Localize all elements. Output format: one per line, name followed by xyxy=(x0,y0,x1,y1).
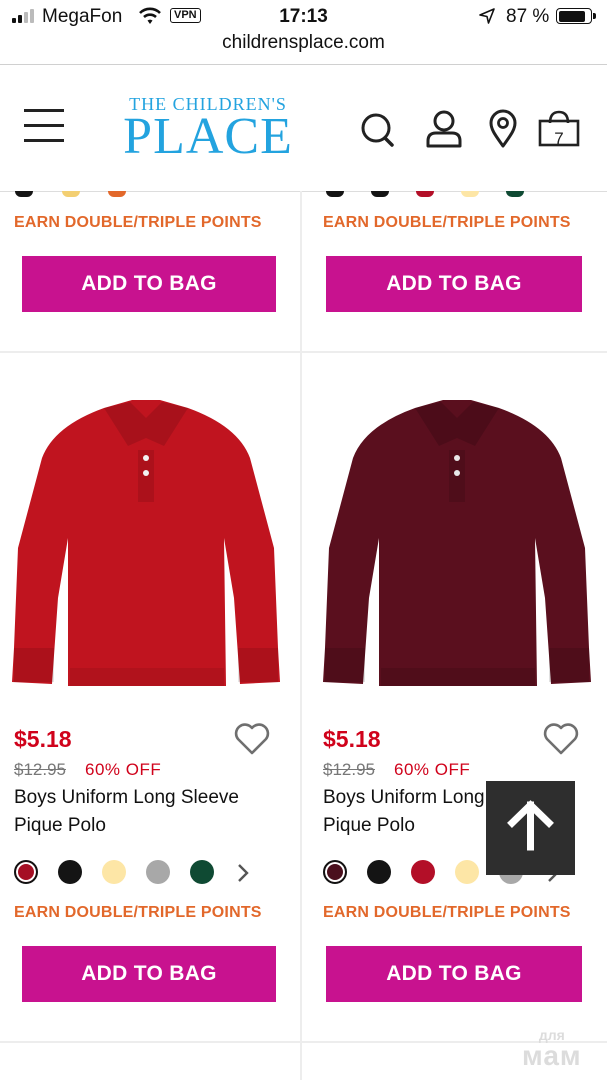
swatch-list xyxy=(14,860,214,884)
points-promo: EARN DOUBLE/TRIPLE POINTS xyxy=(323,904,571,921)
sale-price: $5.18 xyxy=(323,726,381,752)
search-icon[interactable] xyxy=(360,109,396,149)
store-locator-icon[interactable] xyxy=(488,109,518,149)
account-icon[interactable] xyxy=(425,109,463,149)
site-header: THE CHILDREN'S PLACE 7 xyxy=(0,65,607,192)
color-swatch[interactable] xyxy=(190,860,214,884)
column-divider xyxy=(300,191,302,1080)
cart-count: 7 xyxy=(554,129,564,148)
watermark: для мам xyxy=(522,1028,582,1070)
color-swatch[interactable] xyxy=(455,860,479,884)
add-to-bag-button[interactable]: ADD TO BAG xyxy=(326,256,582,312)
color-swatch[interactable] xyxy=(58,860,82,884)
points-promo: EARN DOUBLE/TRIPLE POINTS xyxy=(323,214,571,231)
color-swatch[interactable] xyxy=(102,860,126,884)
color-swatch[interactable] xyxy=(411,860,435,884)
color-swatch[interactable] xyxy=(146,860,170,884)
menu-icon[interactable] xyxy=(24,109,64,143)
discount-label: 60% OFF xyxy=(85,760,162,779)
color-swatch[interactable] xyxy=(108,191,126,197)
logo[interactable]: THE CHILDREN'S PLACE xyxy=(118,95,298,165)
color-swatch[interactable] xyxy=(14,860,38,884)
points-promo: EARN DOUBLE/TRIPLE POINTS xyxy=(14,214,262,231)
color-swatch[interactable] xyxy=(461,191,479,197)
points-promo: EARN DOUBLE/TRIPLE POINTS xyxy=(14,904,262,921)
back-to-top-button[interactable] xyxy=(486,781,575,875)
battery-percent: 87 % xyxy=(506,6,550,27)
arrow-up-icon xyxy=(507,800,554,851)
battery-icon xyxy=(556,8,596,24)
location-arrow-icon xyxy=(479,8,495,24)
color-swatch[interactable] xyxy=(15,191,33,197)
color-swatch[interactable] xyxy=(323,860,347,884)
original-price: $12.95 xyxy=(14,760,66,779)
original-price: $12.95 xyxy=(323,760,375,779)
product-image[interactable] xyxy=(323,398,591,690)
sale-price: $5.18 xyxy=(14,726,72,752)
favorite-heart-icon[interactable] xyxy=(233,722,271,756)
shirt-body xyxy=(323,400,591,686)
discount-label: 60% OFF xyxy=(394,760,471,779)
color-swatch[interactable] xyxy=(371,191,389,197)
color-swatch[interactable] xyxy=(62,191,80,197)
color-swatch[interactable] xyxy=(416,191,434,197)
chevron-right-icon[interactable] xyxy=(236,862,250,884)
add-to-bag-button[interactable]: ADD TO BAG xyxy=(22,256,276,312)
product-image[interactable] xyxy=(12,398,280,690)
color-swatch[interactable] xyxy=(326,191,344,197)
color-swatch[interactable] xyxy=(506,191,524,197)
url-bar[interactable]: childrensplace.com xyxy=(0,32,607,54)
logo-line2: PLACE xyxy=(123,108,293,165)
add-to-bag-button[interactable]: ADD TO BAG xyxy=(22,946,276,1002)
row-divider xyxy=(0,1041,607,1043)
product-name[interactable]: Boys Uniform Long Sleeve Pique Polo xyxy=(14,784,284,840)
color-swatch[interactable] xyxy=(367,860,391,884)
shirt-body xyxy=(12,400,280,686)
row-divider xyxy=(0,351,607,353)
add-to-bag-button[interactable]: ADD TO BAG xyxy=(326,946,582,1002)
favorite-heart-icon[interactable] xyxy=(542,722,580,756)
watermark-line2: мам xyxy=(522,1040,582,1071)
status-bar: MegaFon VPN 17:13 87 % xyxy=(0,0,607,34)
